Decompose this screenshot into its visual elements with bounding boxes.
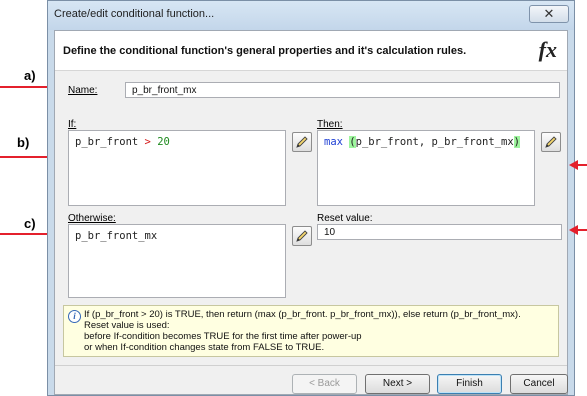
edit-otherwise-button[interactable] [292, 226, 312, 246]
edit-then-button[interactable] [541, 132, 561, 152]
if-value: 20 [157, 136, 170, 148]
close-icon: ✕ [543, 6, 555, 21]
annotation-b-label: b) [17, 135, 30, 150]
name-input[interactable]: p_br_front_mx [125, 82, 560, 98]
conditional-function-dialog: Create/edit conditional function... ✕ De… [47, 0, 575, 396]
annotation-c-label: c) [24, 216, 36, 231]
then-pointer-arrow [578, 164, 587, 166]
annotation-a-label: a) [24, 68, 36, 83]
close-button[interactable]: ✕ [529, 5, 569, 23]
reset-pointer-arrowhead [569, 225, 578, 235]
pencil-icon [545, 136, 557, 148]
then-function: max [324, 136, 343, 148]
if-operand: p_br_front [75, 136, 139, 148]
if-operator: > [144, 136, 151, 148]
pencil-icon [296, 136, 308, 148]
then-args: p_br_front, p_br_front_mx [355, 136, 514, 148]
then-label: Then: [317, 119, 343, 130]
info-icon: i [68, 310, 81, 323]
back-button[interactable]: < Back [292, 374, 357, 394]
dialog-body: Define the conditional function's genera… [54, 30, 568, 395]
info-line-3: before If-condition becomes TRUE for the… [84, 331, 362, 342]
name-label: Name: [68, 85, 98, 96]
info-line-2: Reset value is used: [84, 320, 170, 331]
if-expression-editor[interactable]: p_br_front > 20 [68, 130, 286, 206]
button-separator [55, 365, 567, 366]
if-expression-text: p_br_front > 20 [75, 136, 170, 148]
then-pointer-arrowhead [569, 160, 578, 170]
title-bar[interactable]: Create/edit conditional function... ✕ [48, 1, 574, 30]
otherwise-expression-text: p_br_front_mx [75, 230, 158, 242]
function-fx-icon: fx [538, 37, 557, 62]
then-expression-editor[interactable]: max (p_br_front, p_br_front_mx) [317, 130, 535, 206]
header-description: Define the conditional function's genera… [63, 45, 467, 57]
window-title: Create/edit conditional function... [54, 8, 215, 20]
then-expression-text: max (p_br_front, p_br_front_mx) [324, 136, 520, 148]
reset-value-label: Reset value: [317, 213, 373, 224]
header-band: Define the conditional function's genera… [55, 31, 567, 71]
reset-value-input[interactable]: 10 [317, 224, 562, 240]
info-box: i If (p_br_front > 20) is TRUE, then ret… [63, 305, 559, 357]
edit-if-button[interactable] [292, 132, 312, 152]
pencil-icon [296, 230, 308, 242]
reset-value-text: 10 [324, 227, 336, 238]
name-input-value: p_br_front_mx [132, 85, 197, 96]
cancel-button[interactable]: Cancel [510, 374, 568, 394]
next-button[interactable]: Next > [365, 374, 430, 394]
then-close-paren: ) [513, 136, 520, 148]
otherwise-expression-editor[interactable]: p_br_front_mx [68, 224, 286, 298]
otherwise-label: Otherwise: [68, 213, 116, 224]
reset-pointer-arrow [578, 229, 587, 231]
finish-button[interactable]: Finish [437, 374, 502, 394]
info-line-4: or when If-condition changes state from … [84, 342, 325, 353]
info-line-1: If (p_br_front > 20) is TRUE, then retur… [84, 309, 521, 320]
if-label: If: [68, 119, 77, 130]
